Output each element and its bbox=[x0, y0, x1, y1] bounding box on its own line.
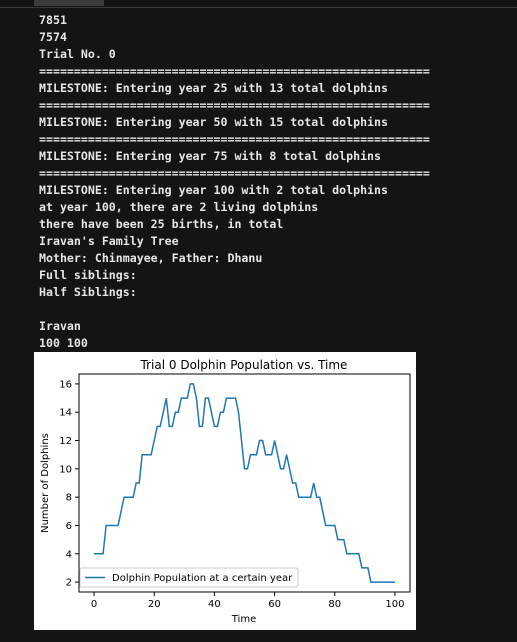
legend: Dolphin Population at a certain year bbox=[79, 567, 299, 588]
output-line: ========================================… bbox=[39, 132, 430, 146]
output-line: at year 100, there are 2 living dolphins bbox=[39, 200, 319, 214]
y-tick-label: 16 bbox=[59, 379, 72, 390]
output-line: MILESTONE: Entering year 25 with 13 tota… bbox=[39, 81, 389, 95]
output-line: MILESTONE: Entering year 50 with 15 tota… bbox=[39, 115, 389, 129]
x-ticks: 0 20 40 60 80 100 bbox=[91, 592, 405, 610]
output-line: ========================================… bbox=[39, 64, 430, 78]
y-tick-label: 12 bbox=[59, 436, 72, 447]
output-line: Trial No. 0 bbox=[39, 47, 116, 61]
x-axis-label: Time bbox=[231, 614, 256, 625]
chart-title: Trial 0 Dolphin Population vs. Time bbox=[140, 358, 348, 372]
y-tick-label: 4 bbox=[66, 549, 72, 560]
output-line: Iravan's Family Tree bbox=[39, 234, 179, 248]
x-tick-label: 80 bbox=[328, 599, 341, 610]
output-line: 7574 bbox=[39, 30, 67, 44]
top-bar bbox=[0, 0, 517, 8]
output-line: MILESTONE: Entering year 75 with 8 total… bbox=[39, 149, 382, 163]
tab-strip[interactable] bbox=[34, 0, 104, 6]
output-line: Half Siblings: bbox=[39, 285, 137, 299]
y-tick-label: 2 bbox=[66, 578, 72, 589]
legend-label: Dolphin Population at a certain year bbox=[112, 573, 293, 584]
x-tick-label: 60 bbox=[268, 599, 281, 610]
output-line: Mother: Chinmayee, Father: Dhanu bbox=[39, 251, 263, 265]
y-axis-label: Number of Dolphins bbox=[40, 433, 51, 533]
y-ticks: 2 4 6 8 10 12 14 16 bbox=[59, 379, 79, 589]
x-tick-label: 100 bbox=[385, 599, 404, 610]
x-tick-label: 0 bbox=[91, 599, 97, 610]
output-line: ========================================… bbox=[39, 166, 430, 180]
x-tick-label: 20 bbox=[148, 599, 161, 610]
chart-svg: Trial 0 Dolphin Population vs. Time Time… bbox=[40, 358, 411, 625]
output-line: 7851 bbox=[39, 13, 67, 27]
output-line: there have been 25 births, in total bbox=[39, 217, 284, 231]
population-chart: Trial 0 Dolphin Population vs. Time Time… bbox=[34, 352, 416, 630]
y-tick-label: 10 bbox=[59, 464, 72, 475]
output-line: ========================================… bbox=[39, 98, 430, 112]
output-line: MILESTONE: Entering year 100 with 2 tota… bbox=[39, 183, 389, 197]
y-tick-label: 6 bbox=[66, 521, 72, 532]
y-tick-label: 8 bbox=[66, 493, 72, 504]
x-tick-label: 40 bbox=[208, 599, 221, 610]
output-line: Iravan bbox=[39, 319, 81, 333]
cell-output-text: 7851 7574 Trial No. 0 =====================… bbox=[39, 12, 430, 352]
population-line bbox=[94, 383, 395, 583]
output-line: 100 100 bbox=[39, 336, 88, 350]
output-line: Full siblings: bbox=[39, 268, 137, 282]
series-lines bbox=[94, 383, 395, 583]
y-tick-label: 14 bbox=[59, 408, 72, 419]
